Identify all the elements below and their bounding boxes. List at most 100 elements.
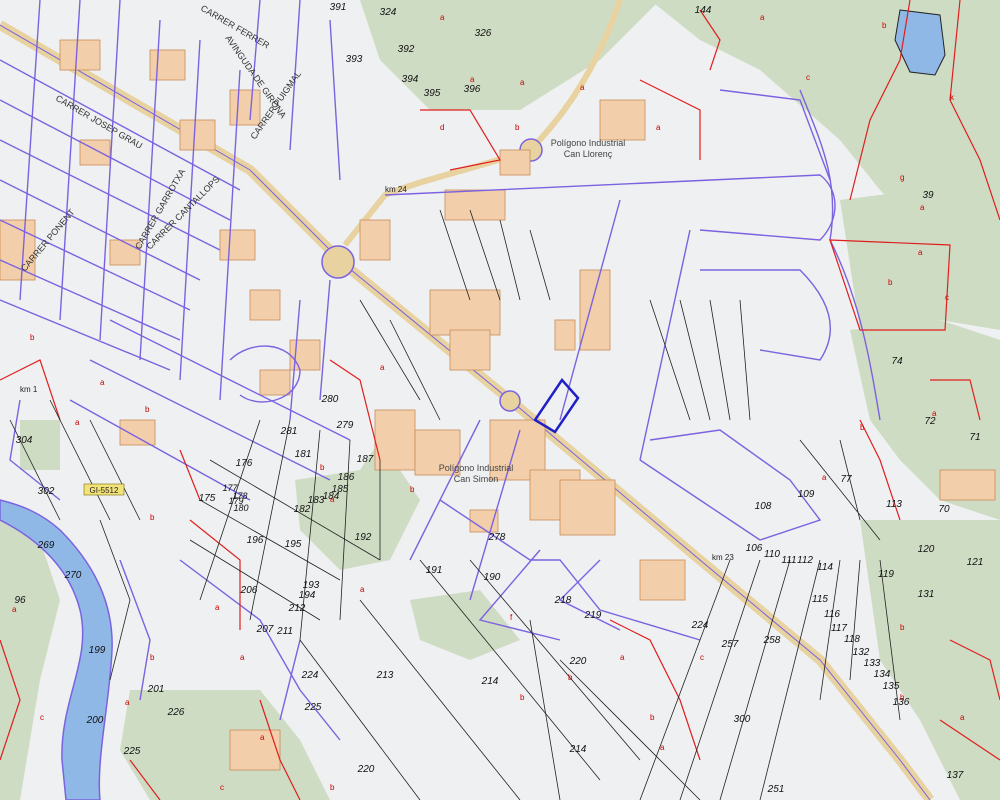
parcel-number-label: 214 (481, 676, 499, 687)
map-canvas[interactable]: Polígono Industrial Can Llorenç Polígono… (0, 0, 1000, 800)
parcel-number-label: 117 (831, 623, 847, 634)
svg-text:Can Llorenç: Can Llorenç (564, 149, 613, 159)
parcel-number-label: 116 (824, 609, 840, 620)
parcel-number-label: 111 (781, 555, 796, 566)
svg-text:a: a (240, 653, 245, 662)
parcel-number-label: 133 (864, 658, 881, 669)
parcel-number-label: 300 (734, 714, 751, 725)
svg-text:a: a (520, 78, 525, 87)
parcel-number-label: 176 (236, 458, 253, 469)
parcel-number-label: 269 (37, 540, 55, 551)
road-label-km1: km 1 (20, 385, 38, 394)
svg-text:b: b (888, 278, 893, 287)
svg-text:c: c (40, 713, 44, 722)
svg-text:b: b (882, 21, 887, 30)
parcel-number-label: 110 (764, 549, 780, 560)
parcel-number-label: 181 (295, 449, 312, 460)
svg-text:b: b (330, 783, 335, 792)
parcel-number-label: 180 (233, 503, 248, 513)
parcel-number-label: 391 (330, 2, 347, 13)
svg-text:a: a (12, 605, 17, 614)
svg-text:g: g (900, 173, 904, 182)
svg-text:b: b (320, 463, 325, 472)
parcel-number-label: 132 (853, 647, 870, 658)
parcel-number-label: 201 (147, 684, 165, 695)
parcel-number-label: 224 (691, 620, 709, 631)
parcel-number-label: 226 (167, 707, 185, 718)
svg-text:a: a (125, 698, 130, 707)
parcel-number-label: 186 (338, 472, 355, 483)
svg-text:b: b (568, 673, 573, 682)
svg-text:b: b (410, 485, 415, 494)
parcel-number-label: 74 (891, 356, 903, 367)
road-shield-gi5512: GI-5512 (83, 483, 125, 496)
roundabout-west[interactable] (321, 245, 355, 279)
svg-text:a: a (215, 603, 220, 612)
parcel-number-label: 279 (336, 420, 354, 431)
parcel-number-label: 39 (922, 190, 934, 201)
svg-text:a: a (100, 378, 105, 387)
parcel-number-label: 304 (16, 435, 33, 446)
parcel-number-label: 114 (817, 562, 833, 573)
svg-text:b: b (520, 693, 525, 702)
parcel-number-label: 270 (64, 570, 82, 581)
parcel-number-label: 134 (874, 669, 891, 680)
road-label-km24: km 24 (385, 185, 407, 194)
parcel-number-label: 120 (918, 544, 935, 555)
svg-text:b: b (515, 123, 520, 132)
parcel-number-label: 112 (797, 555, 813, 566)
parcel-number-label: 187 (357, 454, 374, 465)
parcel-number-label: 191 (426, 565, 443, 576)
svg-text:a: a (656, 123, 661, 132)
svg-text:b: b (145, 405, 150, 414)
parcel-number-label: 207 (256, 624, 274, 635)
parcel-number-label: 393 (346, 54, 363, 65)
parcel-number-label: 199 (89, 645, 106, 656)
svg-text:a: a (960, 713, 965, 722)
parcel-number-label: 219 (584, 610, 602, 621)
parcel-number-label: 71 (969, 432, 980, 443)
parcel-number-label: 144 (695, 5, 712, 16)
parcel-number-label: 119 (878, 569, 894, 580)
road-label-km23: km 23 (712, 553, 734, 562)
roundabout-center[interactable] (499, 390, 521, 412)
svg-text:Polígono Industrial: Polígono Industrial (551, 138, 626, 148)
svg-text:c: c (220, 783, 224, 792)
parcel-number-label: 326 (475, 28, 492, 39)
svg-text:b: b (150, 653, 155, 662)
svg-text:a: a (360, 585, 365, 594)
svg-text:b: b (900, 623, 905, 632)
svg-text:a: a (75, 418, 80, 427)
parcel-number-label: 302 (38, 486, 55, 497)
svg-text:c: c (806, 73, 810, 82)
parcel-number-label: 395 (424, 88, 441, 99)
parcel-number-label: 190 (484, 572, 501, 583)
parcel-number-label: 396 (464, 84, 481, 95)
svg-text:a: a (260, 733, 265, 742)
parcel-number-label: 214 (569, 744, 587, 755)
parcel-number-label: 213 (376, 670, 394, 681)
parcel-number-label: 118 (844, 634, 860, 645)
svg-text:d: d (440, 123, 444, 132)
svg-text:a: a (330, 495, 335, 504)
svg-text:c: c (945, 293, 949, 302)
parcel-number-label: 131 (918, 589, 935, 600)
parcel-number-label: 280 (321, 394, 339, 405)
cadastral-map[interactable]: Polígono Industrial Can Llorenç Polígono… (0, 0, 1000, 800)
svg-text:a: a (918, 248, 923, 257)
parcel-number-label: 251 (767, 784, 785, 795)
svg-text:a: a (580, 83, 585, 92)
parcel-number-label: 192 (355, 532, 372, 543)
svg-text:GI-5512: GI-5512 (90, 486, 119, 495)
parcel-number-label: 77 (840, 474, 852, 485)
svg-text:c: c (700, 653, 704, 662)
svg-text:a: a (920, 203, 925, 212)
parcel-number-label: 220 (357, 764, 375, 775)
parcel-number-label: 206 (240, 585, 258, 596)
svg-text:a: a (932, 409, 937, 418)
parcel-number-label: 115 (812, 594, 828, 605)
svg-text:b: b (860, 423, 865, 432)
parcel-number-label: 70 (938, 504, 950, 515)
parcel-number-label: 258 (763, 635, 781, 646)
parcel-number-label: 392 (398, 44, 415, 55)
